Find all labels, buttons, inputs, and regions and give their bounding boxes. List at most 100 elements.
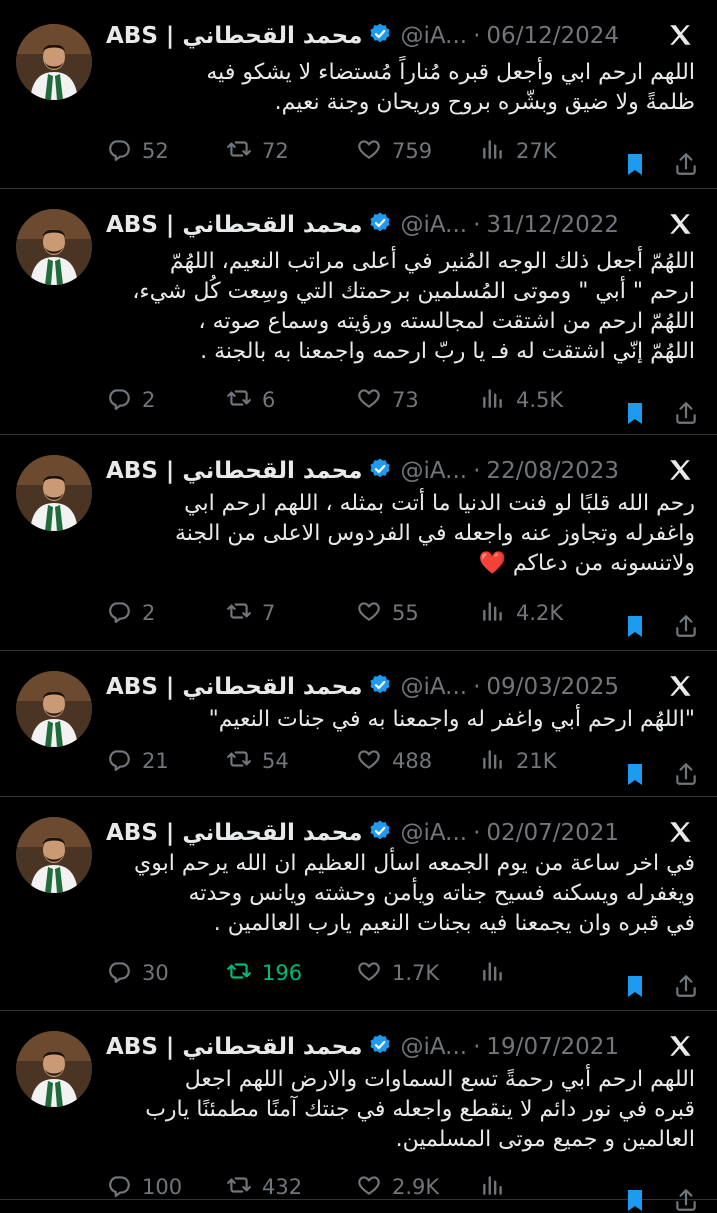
views-button[interactable] [480, 958, 516, 989]
tweet-actions: 21 54 488 21K [106, 744, 699, 785]
heart-icon [356, 385, 392, 416]
reply-icon [106, 136, 142, 167]
tweet-text-line: في قبره وان يجمعنا فيه بجنات النعيم يارب… [213, 911, 695, 936]
retweet-count: 54 [262, 749, 289, 773]
user-handle[interactable]: @iA... [400, 212, 467, 238]
display-name[interactable]: ABS | محمد القحطاني [106, 212, 362, 238]
heart-icon [356, 958, 392, 989]
user-handle[interactable]: @iA... [400, 23, 467, 49]
like-button[interactable]: 759 [356, 136, 432, 167]
retweet-icon [226, 385, 262, 416]
retweet-count: 196 [262, 961, 303, 985]
tweet-text[interactable]: اللهم ارحم أبي رحمةً تسع السماوات والارض… [106, 1065, 695, 1155]
reply-count: 21 [142, 749, 169, 773]
retweet-count: 432 [262, 1175, 303, 1199]
reply-icon [106, 958, 142, 989]
retweet-count: 6 [262, 388, 276, 412]
tweet-actions: 100 432 2.9K [106, 1170, 699, 1211]
like-button[interactable]: 1.7K [356, 958, 439, 989]
display-name[interactable]: ABS | محمد القحطاني [106, 1034, 362, 1060]
verified-badge-icon [362, 22, 392, 50]
tweet[interactable]: ABS | محمد القحطاني @iA... · 09/03/2025 "الل… [0, 651, 717, 797]
retweet-button[interactable]: 54 [226, 746, 289, 777]
reply-button[interactable]: 21 [106, 746, 169, 777]
user-handle[interactable]: @iA... [400, 1034, 467, 1060]
views-count: 4.2K [516, 601, 564, 625]
reply-button[interactable]: 52 [106, 136, 169, 167]
like-button[interactable]: 55 [356, 598, 419, 629]
reply-count: 100 [142, 1175, 183, 1199]
retweet-count: 72 [262, 139, 289, 163]
views-button[interactable]: 21K [480, 746, 557, 777]
tweet-text[interactable]: رحم الله قلبًا لو فنت الدنيا ما أتت بمثل… [106, 489, 695, 579]
user-handle[interactable]: @iA... [400, 674, 467, 700]
like-button[interactable]: 488 [356, 746, 432, 777]
tweet-text-line: واغفرله وتجاوز عنه واجعله في الفردوس الا… [174, 521, 695, 546]
tweet-date[interactable]: 06/12/2024 [486, 23, 619, 49]
views-icon [480, 746, 516, 777]
views-button[interactable]: 27K [480, 136, 557, 167]
tweet[interactable]: ABS | محمد القحطاني @iA... · 22/08/2023 رحم … [0, 435, 717, 651]
retweet-icon [226, 598, 262, 629]
tweet-text-line: اللهُمّ أجعل ذلك الوجه المُنير في أعلى م… [169, 249, 695, 274]
views-button[interactable]: 4.2K [480, 598, 563, 629]
tweet-date[interactable]: 09/03/2025 [486, 674, 619, 700]
tweet-header: ABS | محمد القحطاني @iA... · 02/07/2021 [106, 815, 693, 851]
avatar[interactable] [16, 817, 92, 893]
reply-button[interactable]: 2 [106, 385, 155, 416]
tweet-date[interactable]: 31/12/2022 [486, 212, 619, 238]
reply-count: 2 [142, 601, 156, 625]
retweet-button[interactable]: 432 [226, 1172, 302, 1203]
avatar[interactable] [16, 455, 92, 531]
like-button[interactable]: 73 [356, 385, 419, 416]
tweet[interactable]: ABS | محمد القحطاني @iA... · 19/07/2021 الله… [0, 1011, 717, 1211]
tweet-text[interactable]: في اخر ساعة من يوم الجمعه اسأل العظيم ان… [106, 849, 695, 939]
tweet[interactable]: ABS | محمد القحطاني @iA... · 31/12/2022 الله… [0, 189, 717, 435]
retweet-icon [226, 958, 262, 989]
display-name[interactable]: ABS | محمد القحطاني [106, 820, 362, 846]
reply-icon [106, 598, 142, 629]
views-icon [480, 136, 516, 167]
like-button[interactable]: 2.9K [356, 1172, 439, 1203]
avatar[interactable] [16, 1031, 92, 1107]
tweet-date[interactable]: 19/07/2021 [486, 1034, 619, 1060]
reply-button[interactable]: 2 [106, 598, 155, 629]
reply-button[interactable]: 100 [106, 1172, 182, 1203]
avatar[interactable] [16, 24, 92, 100]
separator-dot: · [473, 23, 481, 49]
views-button[interactable]: 4.5K [480, 385, 563, 416]
display-name[interactable]: ABS | محمد القحطاني [106, 23, 362, 49]
tweet-text-line: في اخر ساعة من يوم الجمعه اسأل العظيم ان… [134, 851, 695, 876]
views-button[interactable] [480, 1172, 516, 1203]
tweet-header: ABS | محمد القحطاني @iA... · 06/12/2024 [106, 18, 693, 54]
retweet-icon [226, 746, 262, 777]
reply-icon [106, 746, 142, 777]
tweet[interactable]: ABS | محمد القحطاني @iA... · 06/12/2024 الله… [0, 0, 717, 189]
user-handle[interactable]: @iA... [400, 458, 467, 484]
tweet[interactable]: ABS | محمد القحطاني @iA... · 02/07/2021 في ا… [0, 797, 717, 1011]
tweet-text[interactable]: اللهُمّ أجعل ذلك الوجه المُنير في أعلى م… [106, 247, 695, 367]
reply-button[interactable]: 30 [106, 958, 169, 989]
tweet-text[interactable]: اللهم ارحم ابي وأجعل قبره مُناراً مُستضا… [106, 58, 695, 118]
tweet-text-line: ارحم " أبي " وموتى المُسلمين برحمتك التي… [132, 279, 695, 304]
display-name[interactable]: ABS | محمد القحطاني [106, 674, 362, 700]
display-name[interactable]: ABS | محمد القحطاني [106, 458, 362, 484]
retweet-button[interactable]: 72 [226, 136, 289, 167]
avatar[interactable] [16, 209, 92, 285]
user-handle[interactable]: @iA... [400, 820, 467, 846]
tweet-text[interactable]: "اللهُم ارحم أبي واغفر له واجمعنا به في … [106, 705, 695, 735]
tweet-text-line: اللهم ارحم أبي رحمةً تسع السماوات والارض… [184, 1067, 695, 1092]
retweet-icon [226, 136, 262, 167]
retweet-button[interactable]: 6 [226, 385, 275, 416]
views-icon [480, 1172, 516, 1203]
like-count: 2.9K [392, 1175, 440, 1199]
retweet-button[interactable]: 196 [226, 958, 302, 989]
reply-icon [106, 385, 142, 416]
separator-dot: · [473, 674, 481, 700]
tweet-text-line: العالمين و جميع موتى المسلمين. [395, 1127, 695, 1152]
tweet-date[interactable]: 22/08/2023 [486, 458, 619, 484]
retweet-button[interactable]: 7 [226, 598, 275, 629]
tweet-text-line: ظلمةً ولا ضيق وبشّره بروح وريحان وجنة نع… [274, 90, 695, 115]
avatar[interactable] [16, 671, 92, 747]
tweet-date[interactable]: 02/07/2021 [486, 820, 619, 846]
